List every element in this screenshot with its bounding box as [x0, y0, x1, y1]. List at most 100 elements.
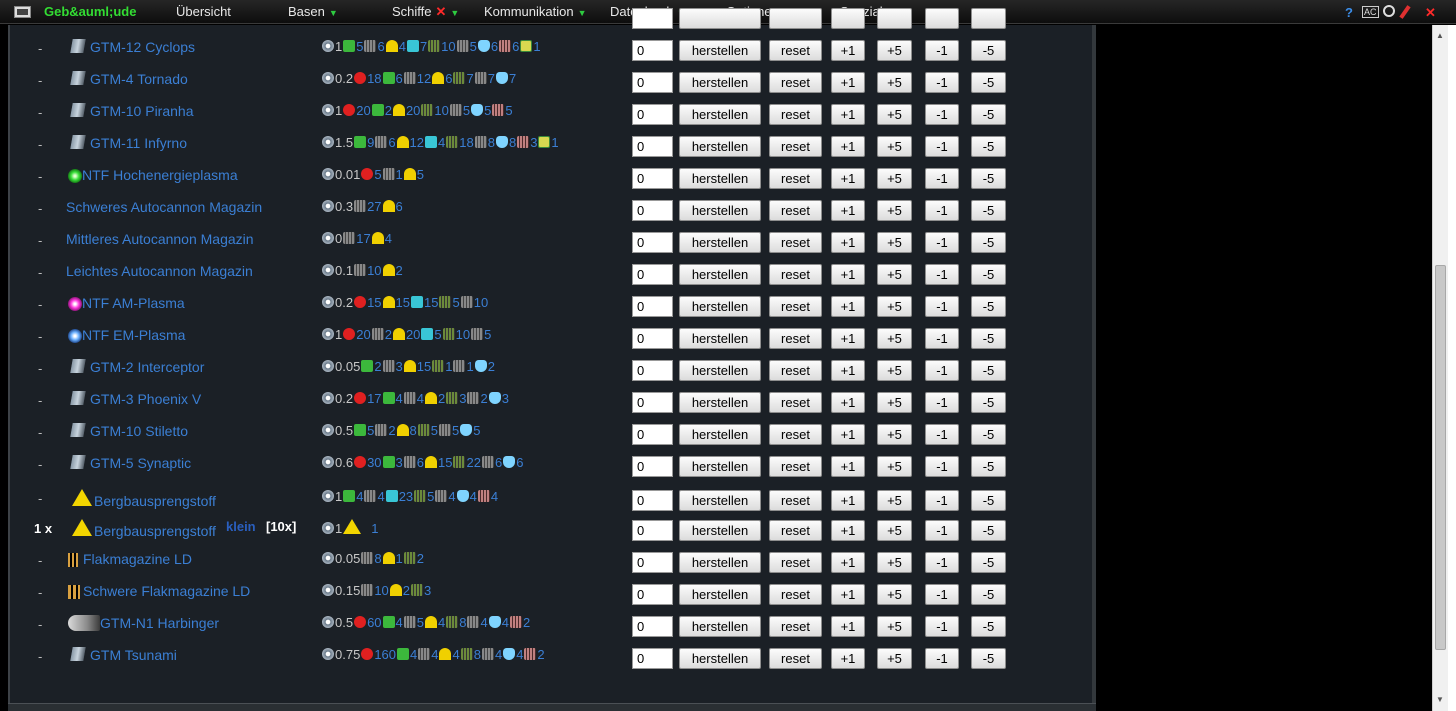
plus-one-button[interactable]: +1	[831, 232, 865, 253]
amount-input[interactable]	[632, 232, 673, 253]
magnifier-icon[interactable]	[1383, 5, 1395, 17]
minus-one-button[interactable]: -1	[925, 136, 959, 157]
herstellen-button[interactable]	[679, 8, 761, 29]
minus-five-button[interactable]: -5	[971, 200, 1006, 221]
amount-input[interactable]	[632, 360, 673, 381]
reset-button[interactable]: reset	[769, 584, 822, 605]
plus-one-button[interactable]	[831, 8, 865, 29]
minus-one-button[interactable]: -1	[925, 490, 959, 511]
reset-button[interactable]: reset	[769, 648, 822, 669]
plus-one-button[interactable]: +1	[831, 72, 865, 93]
item-name-link[interactable]: Schweres Autocannon Magazin	[66, 199, 262, 215]
scroll-thumb[interactable]	[1435, 265, 1446, 650]
minus-five-button[interactable]: -5	[971, 490, 1006, 511]
minus-five-button[interactable]: -5	[971, 40, 1006, 61]
reset-button[interactable]: reset	[769, 456, 822, 477]
item-name-link[interactable]: GTM-N1 Harbinger	[100, 615, 219, 631]
herstellen-button[interactable]: herstellen	[679, 40, 761, 61]
plus-five-button[interactable]: +5	[877, 520, 912, 541]
plus-five-button[interactable]: +5	[877, 264, 912, 285]
item-name-link[interactable]: GTM-11 Infyrno	[90, 135, 187, 151]
reset-button[interactable]: reset	[769, 392, 822, 413]
scroll-up-icon[interactable]: ▲	[1436, 31, 1444, 40]
herstellen-button[interactable]: herstellen	[679, 616, 761, 637]
minus-one-button[interactable]: -1	[925, 456, 959, 477]
reset-button[interactable]: reset	[769, 328, 822, 349]
plus-five-button[interactable]: +5	[877, 200, 912, 221]
minus-five-button[interactable]: -5	[971, 648, 1006, 669]
reset-button[interactable]: reset	[769, 490, 822, 511]
item-name-link[interactable]: Flakmagazine LD	[83, 551, 192, 567]
minus-five-button[interactable]: -5	[971, 360, 1006, 381]
plus-one-button[interactable]: +1	[831, 40, 865, 61]
reset-button[interactable]: reset	[769, 72, 822, 93]
item-name-link[interactable]: GTM-3 Phoenix V	[90, 391, 201, 407]
minus-one-button[interactable]: -1	[925, 616, 959, 637]
plus-five-button[interactable]: +5	[877, 616, 912, 637]
minus-one-button[interactable]: -1	[925, 40, 959, 61]
minus-five-button[interactable]: -5	[971, 136, 1006, 157]
minus-five-button[interactable]: -5	[971, 104, 1006, 125]
minus-five-button[interactable]: -5	[971, 264, 1006, 285]
reset-button[interactable]: reset	[769, 104, 822, 125]
herstellen-button[interactable]: herstellen	[679, 136, 761, 157]
reset-button[interactable]: reset	[769, 264, 822, 285]
plus-five-button[interactable]: +5	[877, 552, 912, 573]
minus-one-button[interactable]: -1	[925, 520, 959, 541]
minus-five-button[interactable]: -5	[971, 616, 1006, 637]
plus-one-button[interactable]: +1	[831, 296, 865, 317]
item-name-link[interactable]: GTM-10 Piranha	[90, 103, 193, 119]
plus-one-button[interactable]: +1	[831, 584, 865, 605]
plus-one-button[interactable]: +1	[831, 648, 865, 669]
reset-button[interactable]: reset	[769, 360, 822, 381]
pencil-icon[interactable]	[1399, 5, 1411, 19]
herstellen-button[interactable]: herstellen	[679, 520, 761, 541]
minus-one-button[interactable]: -1	[925, 296, 959, 317]
item-name-link[interactable]: Bergbausprengstoff	[94, 523, 216, 539]
plus-five-button[interactable]: +5	[877, 296, 912, 317]
amount-input[interactable]	[632, 72, 673, 93]
herstellen-button[interactable]: herstellen	[679, 456, 761, 477]
reset-button[interactable]: reset	[769, 424, 822, 445]
minus-one-button[interactable]: -1	[925, 584, 959, 605]
minus-one-button[interactable]: -1	[925, 72, 959, 93]
plus-five-button[interactable]: +5	[877, 72, 912, 93]
ac-icon[interactable]: AC	[1362, 6, 1379, 18]
amount-input[interactable]	[632, 136, 673, 157]
plus-one-button[interactable]: +1	[831, 552, 865, 573]
herstellen-button[interactable]: herstellen	[679, 168, 761, 189]
item-name-link[interactable]: GTM-12 Cyclops	[90, 39, 195, 55]
plus-five-button[interactable]: +5	[877, 456, 912, 477]
minus-five-button[interactable]: -5	[971, 296, 1006, 317]
plus-one-button[interactable]: +1	[831, 490, 865, 511]
reset-button[interactable]: reset	[769, 552, 822, 573]
minus-one-button[interactable]: -1	[925, 104, 959, 125]
close-icon[interactable]: ✕	[1425, 5, 1436, 21]
reset-button[interactable]: reset	[769, 40, 822, 61]
amount-input[interactable]	[632, 648, 673, 669]
amount-input[interactable]	[632, 584, 673, 605]
minus-one-button[interactable]: -1	[925, 328, 959, 349]
plus-one-button[interactable]: +1	[831, 328, 865, 349]
plus-one-button[interactable]: +1	[831, 360, 865, 381]
plus-five-button[interactable]: +5	[877, 648, 912, 669]
item-name-link[interactable]: NTF EM-Plasma	[82, 327, 185, 343]
amount-input[interactable]	[632, 490, 673, 511]
herstellen-button[interactable]: herstellen	[679, 584, 761, 605]
herstellen-button[interactable]: herstellen	[679, 424, 761, 445]
plus-five-button[interactable]: +5	[877, 104, 912, 125]
item-name-link[interactable]: GTM-10 Stiletto	[90, 423, 188, 439]
minus-one-button[interactable]: -1	[925, 264, 959, 285]
reset-button[interactable]: reset	[769, 168, 822, 189]
minus-five-button[interactable]: -5	[971, 232, 1006, 253]
herstellen-button[interactable]: herstellen	[679, 104, 761, 125]
plus-one-button[interactable]: +1	[831, 520, 865, 541]
herstellen-button[interactable]: herstellen	[679, 490, 761, 511]
plus-five-button[interactable]: +5	[877, 360, 912, 381]
minus-five-button[interactable]: -5	[971, 552, 1006, 573]
minus-one-button[interactable]: -1	[925, 648, 959, 669]
minus-one-button[interactable]	[925, 8, 959, 29]
herstellen-button[interactable]: herstellen	[679, 296, 761, 317]
amount-input[interactable]	[632, 296, 673, 317]
reset-button[interactable]: reset	[769, 616, 822, 637]
